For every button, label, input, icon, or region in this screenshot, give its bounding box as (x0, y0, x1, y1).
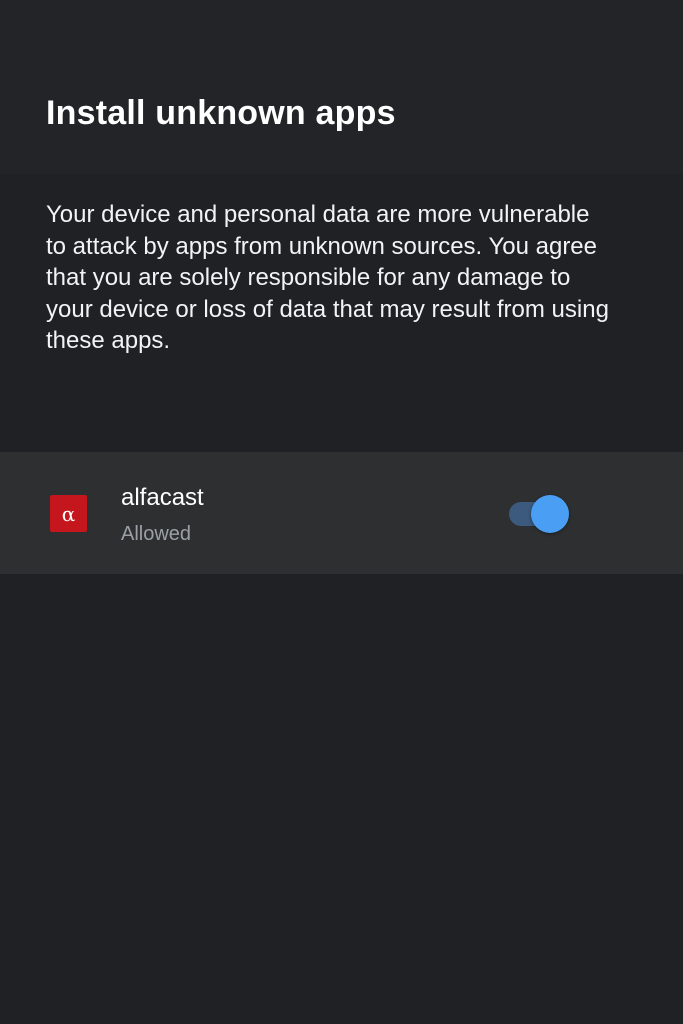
allow-toggle[interactable] (507, 494, 571, 533)
app-name: alfacast (121, 484, 204, 511)
app-list-item[interactable]: α alfacast Allowed (0, 452, 683, 574)
app-status: Allowed (121, 523, 192, 545)
header: Install unknown apps (0, 0, 683, 174)
toggle-thumb (531, 495, 569, 533)
install-unknown-apps-screen: Install unknown apps Your device and per… (0, 0, 683, 1024)
page-title: Install unknown apps (46, 94, 396, 132)
alpha-app-icon: α (50, 495, 87, 532)
warning-text: Your device and personal data are more v… (46, 201, 609, 354)
app-icon-glyph: α (61, 501, 76, 526)
